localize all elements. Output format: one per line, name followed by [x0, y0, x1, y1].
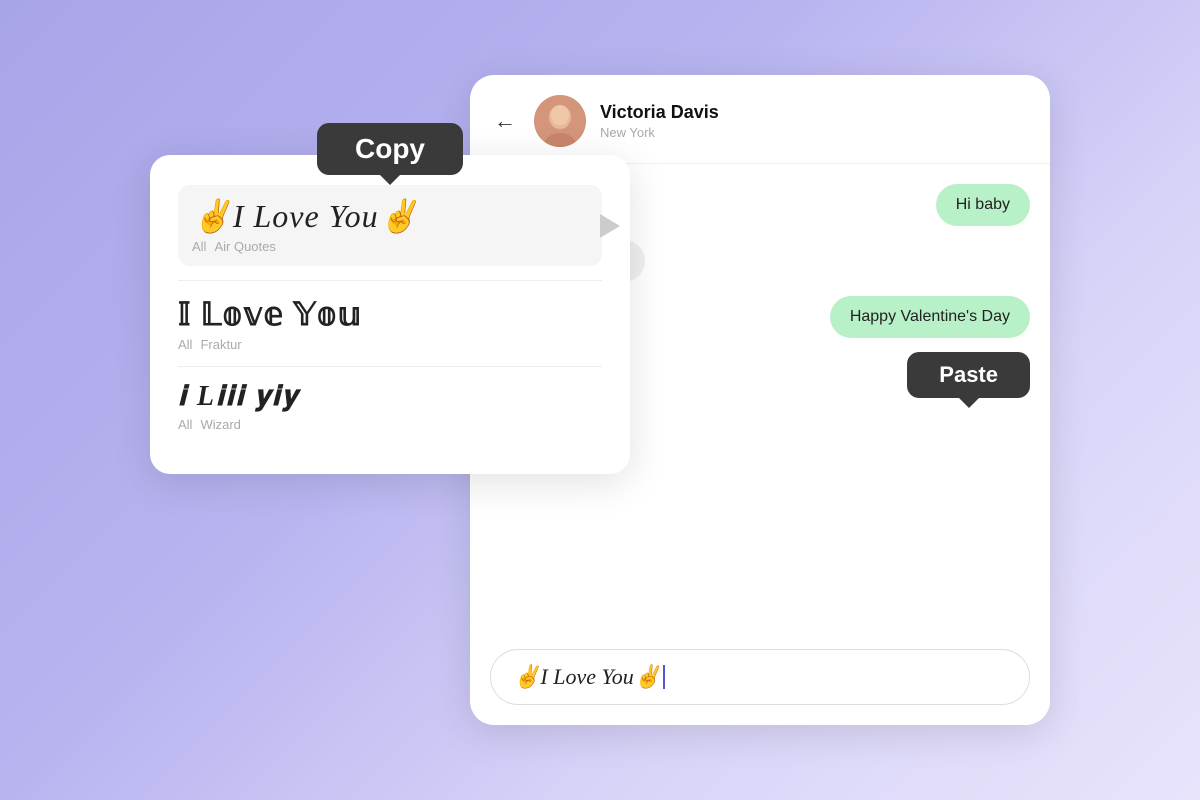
chat-input-box[interactable]: ✌️I Love You✌️: [490, 649, 1030, 705]
font-tag-all-2: All: [178, 337, 192, 352]
text-cursor: [663, 665, 665, 689]
chat-input-area: ✌️I Love You✌️: [470, 639, 1050, 725]
font-text-air-quotes: ✌️I Love You✌️: [192, 197, 588, 235]
input-text: ✌️I Love You✌️: [513, 664, 661, 690]
font-item-air-quotes[interactable]: ✌️I Love You✌️ All Air Quotes: [178, 185, 602, 266]
scene: Copy ✌️I Love You✌️ All Air Quotes 𝕀 𝕃𝕠𝕧…: [150, 75, 1050, 725]
contact-info: Victoria Davis New York: [600, 102, 1026, 140]
font-style-name-1: Air Quotes: [214, 239, 275, 254]
font-style-name-2: Fraktur: [200, 337, 241, 352]
font-picker-card: Copy ✌️I Love You✌️ All Air Quotes 𝕀 𝕃𝕠𝕧…: [150, 155, 630, 474]
chat-header: ← Victoria Davis New York: [470, 75, 1050, 164]
message-text-1: Hi baby: [956, 196, 1010, 213]
font-item-wizard[interactable]: 𝐢 L𝐢𝐢𝐢 𝐲𝐢𝐲 All Wizard: [178, 381, 602, 432]
font-tag-all-1: All: [192, 239, 206, 254]
message-sent-1: Hi baby: [936, 184, 1030, 226]
copy-tooltip[interactable]: Copy: [317, 123, 463, 175]
contact-name: Victoria Davis: [600, 102, 1026, 123]
paste-label: Paste: [939, 362, 998, 387]
message-text-3: Happy Valentine's Day: [850, 308, 1010, 325]
font-text-wizard: 𝐢 L𝐢𝐢𝐢 𝐲𝐢𝐲: [178, 381, 602, 413]
contact-location: New York: [600, 125, 1026, 140]
font-style-name-3: Wizard: [200, 417, 240, 432]
paste-tooltip[interactable]: Paste: [907, 352, 1030, 398]
copy-label: Copy: [355, 133, 425, 164]
divider-2: [178, 366, 602, 367]
divider-1: [178, 280, 602, 281]
arrow-right-icon: [600, 214, 620, 238]
font-tag-all-3: All: [178, 417, 192, 432]
avatar: [534, 95, 586, 147]
font-item-fraktur[interactable]: 𝕀 𝕃𝕠𝕧𝕖 𝕐𝕠𝕦 All Fraktur: [178, 295, 602, 352]
font-text-fraktur: 𝕀 𝕃𝕠𝕧𝕖 𝕐𝕠𝕦: [178, 295, 602, 333]
back-button[interactable]: ←: [494, 108, 516, 134]
message-sent-2: Happy Valentine's Day: [830, 296, 1030, 338]
